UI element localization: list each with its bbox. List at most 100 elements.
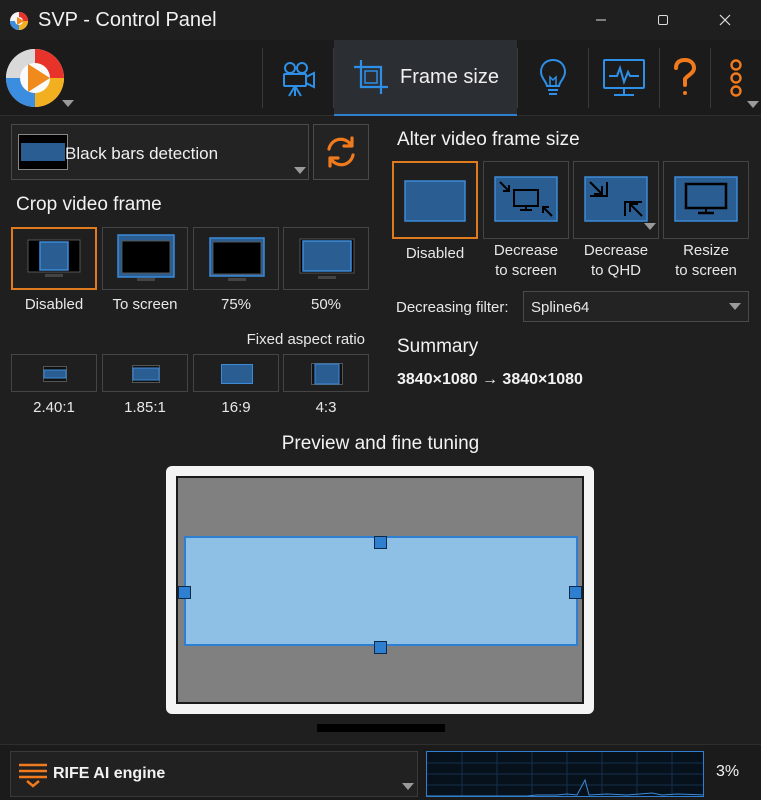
alter-option-decrease-screen-label: Decrease to screen: [478, 241, 574, 281]
decreasing-filter-select[interactable]: Spline64: [523, 291, 749, 322]
help-button[interactable]: [660, 40, 710, 116]
crop-disabled-icon: [27, 239, 81, 277]
maximize-button[interactable]: [640, 0, 686, 40]
crop-option-50-label: 50%: [310, 296, 342, 313]
minimize-icon: [596, 19, 606, 21]
crop-icon: [354, 60, 389, 94]
logo-menu-caret[interactable]: [62, 100, 74, 107]
crop-handle-right[interactable]: [569, 586, 582, 599]
status-bar: RIFE AI engine 3%: [0, 744, 761, 800]
aspect-1-85-label: 1.85:1: [124, 399, 166, 416]
tab-tips[interactable]: [518, 40, 588, 116]
crop-75-icon: [209, 237, 265, 281]
chevron-down-icon: [402, 783, 414, 790]
chevron-down-icon: [294, 167, 306, 174]
decrease-qhd-line1: Decrease: [583, 242, 649, 259]
tab-frame-size-label: Frame size: [400, 65, 499, 88]
crop-section-title: Crop video frame: [16, 194, 162, 215]
chevron-down-icon: [644, 223, 656, 230]
alter-option-decrease-qhd-label: Decrease to QHD: [568, 241, 664, 281]
aspect-2-40-icon: [43, 366, 67, 382]
svp-logo-icon: [6, 49, 64, 107]
crop-50-icon: [299, 238, 355, 279]
alter-option-resize-screen-label: Resize to screen: [658, 241, 754, 281]
decrease-screen-line2: to screen: [495, 262, 557, 279]
movie-camera-icon: [283, 62, 315, 97]
cpu-graph-lines: [427, 752, 703, 796]
lightbulb-icon: [539, 58, 567, 95]
engine-label: RIFE AI engine: [53, 765, 166, 782]
black-bars-detection-label: Black bars detection: [65, 144, 219, 163]
aspect-1-85-icon: [132, 365, 160, 383]
more-menu-caret: [747, 101, 759, 108]
crop-option-disabled[interactable]: [11, 227, 97, 290]
preview-screen: [176, 476, 584, 704]
crop-option-to-screen[interactable]: [102, 227, 188, 290]
cpu-usage-graph: [426, 751, 704, 797]
aspect-1-85-button[interactable]: [102, 354, 188, 392]
refresh-icon: [327, 136, 355, 168]
decrease-qhd-line2: to QHD: [590, 262, 641, 279]
tab-monitoring[interactable]: [589, 40, 659, 116]
crop-option-75[interactable]: [193, 227, 279, 290]
resize-to-screen-icon: [674, 176, 738, 222]
aspect-4-3-button[interactable]: [283, 354, 369, 392]
engine-menu-icon: [19, 763, 47, 788]
maximize-icon: [658, 15, 668, 25]
fixed-aspect-ratio-label: Fixed aspect ratio: [246, 331, 365, 348]
summary-title: Summary: [397, 336, 479, 357]
crop-to-screen-icon: [117, 234, 175, 281]
aspect-16-9-label: 16:9: [221, 399, 251, 416]
chevron-down-icon: [729, 303, 741, 310]
alter-option-disabled-label: Disabled: [405, 245, 465, 262]
title-bar: SVP - Control Panel: [0, 0, 761, 40]
preview-monitor-frame: [166, 466, 594, 714]
svp-logo-button[interactable]: [4, 44, 66, 112]
crop-region[interactable]: [184, 536, 578, 646]
alter-section-title: Alter video frame size: [397, 129, 580, 150]
crop-option-disabled-label: Disabled: [24, 296, 84, 313]
decrease-to-qhd-icon: [584, 176, 648, 222]
refresh-detection-button[interactable]: [313, 124, 369, 180]
alter-option-disabled[interactable]: [392, 161, 478, 239]
decreasing-filter-label: Decreasing filter:: [396, 299, 509, 316]
close-button[interactable]: [702, 0, 748, 40]
black-bars-detection-select[interactable]: Black bars detection: [11, 124, 309, 180]
aspect-2-40-button[interactable]: [11, 354, 97, 392]
crop-option-75-label: 75%: [220, 296, 252, 313]
preview-title: Preview and fine tuning: [281, 433, 480, 454]
decreasing-filter-value: Spline64: [531, 299, 590, 316]
cpu-usage-value: 3%: [716, 763, 740, 780]
svp-app-icon: [10, 12, 28, 30]
tab-frame-size[interactable]: Frame size: [334, 40, 517, 116]
minimize-button[interactable]: [578, 0, 624, 40]
alter-option-decrease-qhd[interactable]: [573, 161, 659, 239]
close-icon: [719, 14, 731, 26]
crop-handle-top[interactable]: [374, 536, 387, 549]
crop-option-50[interactable]: [283, 227, 369, 290]
decrease-to-screen-icon: [494, 176, 558, 222]
monitor-icon: [603, 59, 645, 96]
alter-option-decrease-screen[interactable]: [483, 161, 569, 239]
main-toolbar: Frame size: [0, 40, 761, 116]
alter-disabled-icon: [404, 180, 466, 222]
summary-value: 3840×1080 → 3840×1080: [397, 371, 583, 388]
window-title: SVP - Control Panel: [38, 9, 217, 31]
more-icon: [730, 59, 742, 97]
crop-handle-bottom[interactable]: [374, 641, 387, 654]
aspect-4-3-icon: [311, 363, 343, 385]
aspect-16-9-icon: [221, 364, 253, 384]
decrease-screen-line1: Decrease: [493, 242, 559, 259]
more-menu-button[interactable]: [711, 40, 761, 116]
engine-select[interactable]: RIFE AI engine: [10, 751, 418, 797]
aspect-4-3-label: 4:3: [315, 399, 337, 416]
preview-monitor-stand: [317, 724, 445, 732]
alter-option-resize-screen[interactable]: [663, 161, 749, 239]
aspect-16-9-button[interactable]: [193, 354, 279, 392]
resize-screen-line1: Resize: [683, 242, 729, 259]
crop-option-to-screen-label: To screen: [112, 296, 178, 313]
aspect-2-40-label: 2.40:1: [33, 399, 75, 416]
question-icon: [674, 58, 697, 95]
tab-video-profiles[interactable]: [263, 40, 333, 116]
crop-handle-left[interactable]: [178, 586, 191, 599]
